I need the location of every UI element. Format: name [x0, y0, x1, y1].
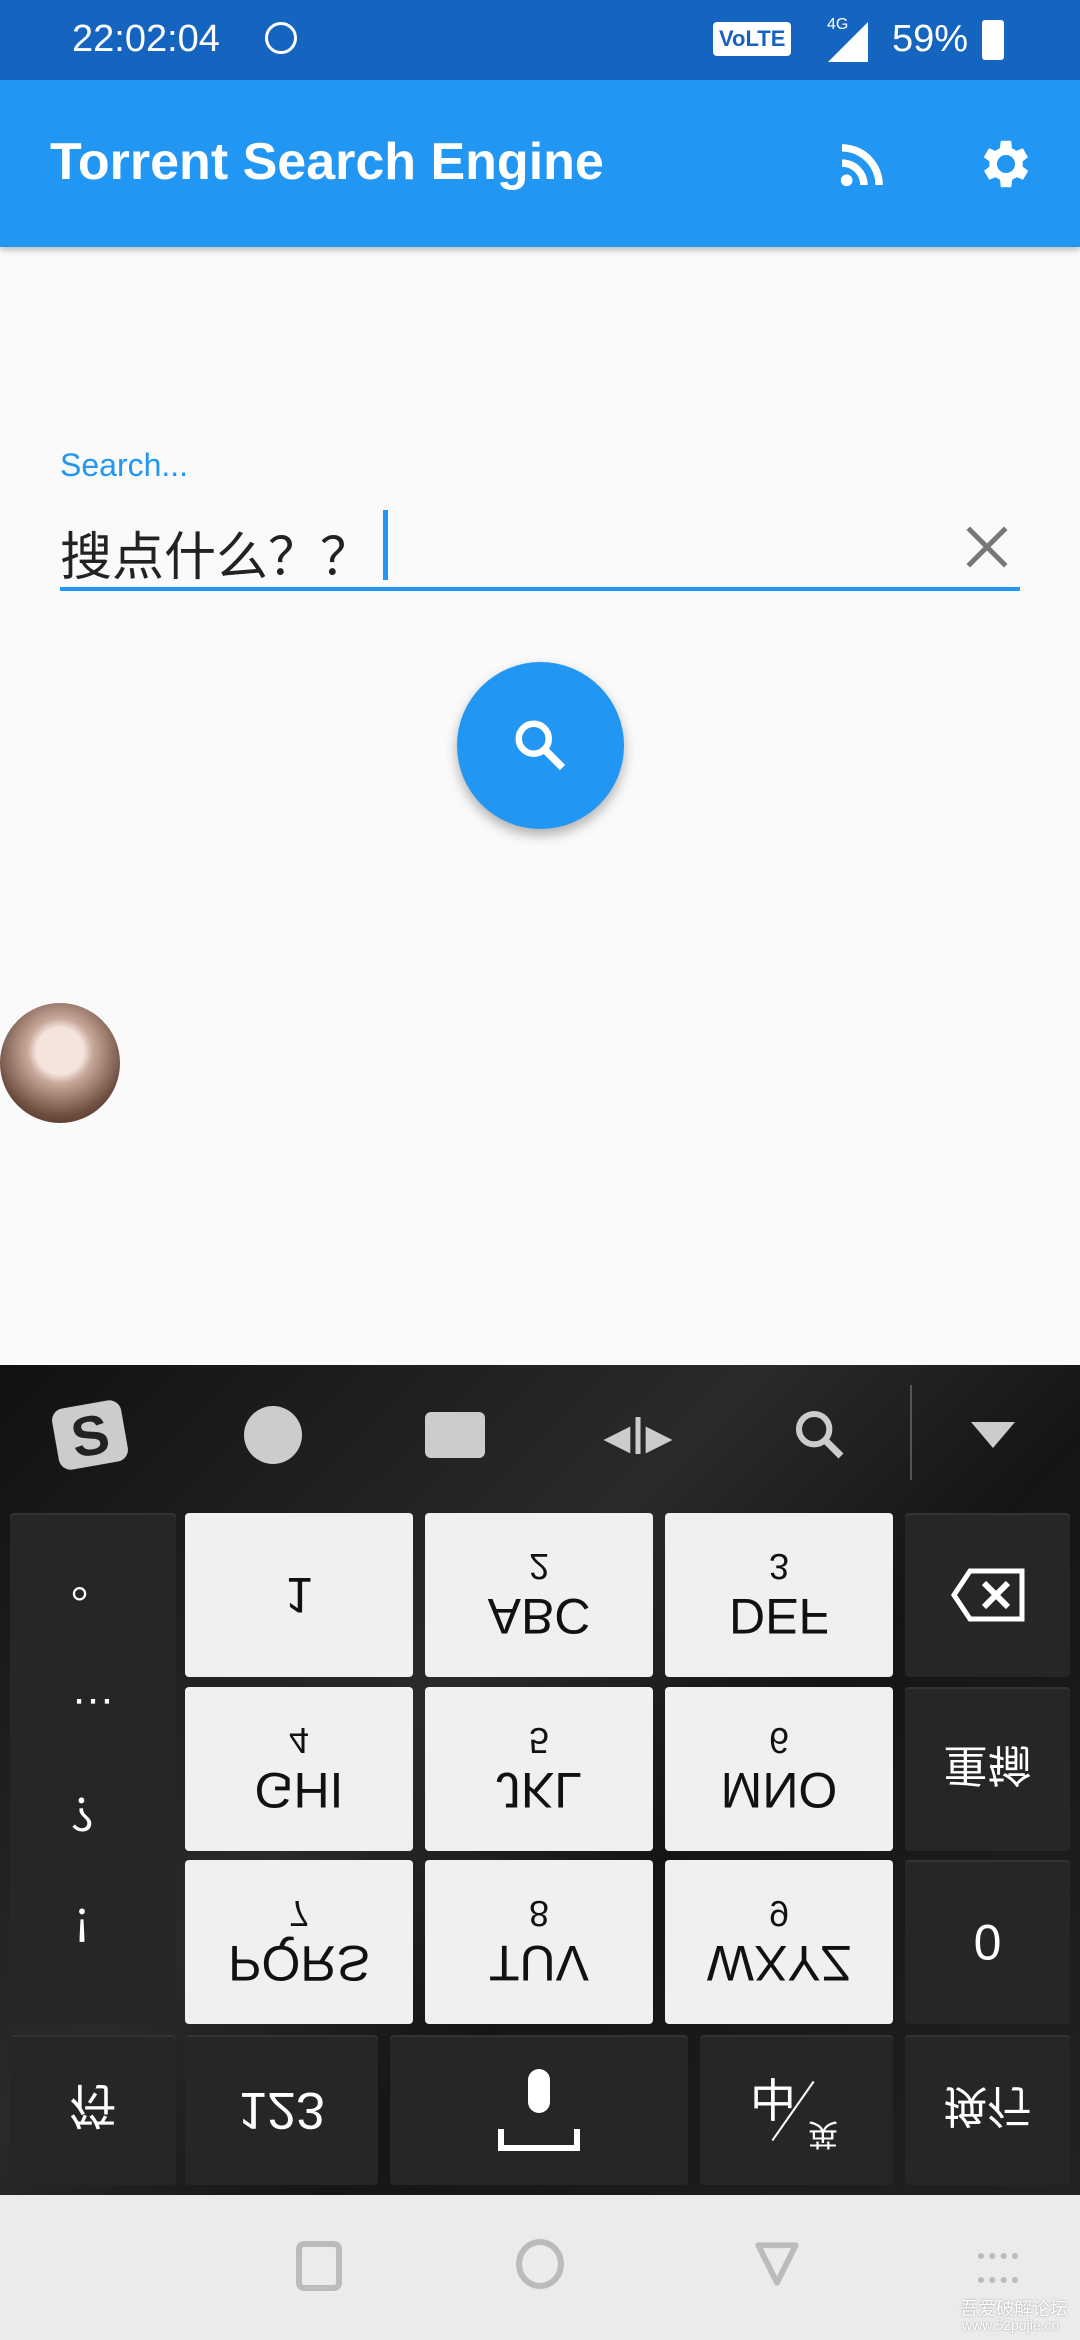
watermark-url: www.52pojie.cn: [962, 2317, 1060, 2333]
search-icon: [515, 720, 566, 771]
punct-key[interactable]: 。: [71, 1577, 115, 1641]
key-label: 换行: [943, 2081, 1032, 2130]
key-number: 5: [528, 1720, 550, 1761]
punctuation-column[interactable]: 。 … ？ ！: [10, 1513, 176, 2023]
cursor-move-icon[interactable]: ◂I▸: [548, 1365, 728, 1505]
recents-button[interactable]: [296, 2241, 342, 2291]
microphone-icon: [528, 2069, 550, 2113]
key-6[interactable]: 6 MNO: [665, 1687, 893, 1851]
reinput-key[interactable]: 重输: [905, 1687, 1070, 1851]
app-bar: Torrent Search Engine: [0, 80, 1080, 247]
key-number: 8: [528, 1893, 550, 1934]
key-0[interactable]: 0: [905, 1860, 1070, 2024]
navigation-bar: 吾爱破解论坛 www.52pojie.cn: [0, 2195, 1080, 2340]
key-8[interactable]: 8 TUV: [425, 1860, 653, 2024]
rss-icon[interactable]: [835, 136, 891, 192]
key-1[interactable]: 1: [185, 1513, 413, 1677]
collapse-icon[interactable]: [905, 1365, 1080, 1505]
key-label: GHI: [254, 1762, 344, 1818]
key-number: 4: [288, 1720, 310, 1761]
key-label: WXYZ: [706, 1935, 852, 1991]
space-voice-key[interactable]: [390, 2035, 688, 2185]
close-icon[interactable]: [962, 522, 1012, 572]
symbols-key[interactable]: 符: [10, 2035, 176, 2185]
backspace-icon: [950, 1568, 1024, 1622]
status-bar: 22:02:04 VoLTE 4G 59%: [0, 0, 1080, 80]
signal-icon: [828, 22, 868, 62]
key-label: 重输: [943, 1739, 1032, 1790]
key-number: 9: [768, 1893, 790, 1934]
key-label: 0: [973, 1914, 1002, 1970]
punct-key[interactable]: ！: [71, 1896, 115, 1960]
gear-icon[interactable]: [975, 133, 1037, 195]
punct-key[interactable]: ？: [71, 1785, 115, 1849]
keyboard-switch-icon[interactable]: [978, 2253, 1018, 2283]
back-button[interactable]: [752, 2239, 802, 2289]
volte-badge: VoLTE: [713, 22, 792, 56]
lang-en-label: 英: [808, 2117, 838, 2150]
space-icon: [498, 2129, 580, 2151]
alarm-icon: [265, 22, 297, 54]
key-number: 7: [288, 1893, 310, 1934]
key-3[interactable]: 3 DEF: [665, 1513, 893, 1677]
key-label: ABC: [487, 1588, 591, 1644]
search-button[interactable]: [457, 662, 624, 829]
key-2[interactable]: 2 ABC: [425, 1513, 653, 1677]
key-label: PQRS: [228, 1935, 370, 1991]
key-4[interactable]: 4 GHI: [185, 1687, 413, 1851]
app-title: Torrent Search Engine: [50, 133, 604, 191]
battery-icon: [982, 20, 1004, 60]
punct-key[interactable]: …: [71, 1688, 115, 1738]
sogou-logo-icon[interactable]: S: [0, 1365, 180, 1505]
keyboard: S ◂I▸ 。 … ？ ！ 1 2 ABC 3 DEF 4 GHI 5 JKL 6 MNO…: [0, 1365, 1080, 2195]
enter-key[interactable]: 换行: [905, 2035, 1070, 2185]
key-label: 1: [285, 1567, 313, 1623]
key-label: JKL: [495, 1762, 583, 1818]
key-label: DEF: [729, 1588, 829, 1644]
numbers-key[interactable]: 123: [185, 2035, 378, 2185]
key-label: TUV: [489, 1935, 589, 1991]
search-underline: [60, 587, 1020, 591]
search-label: Search...: [60, 447, 189, 483]
language-toggle-key[interactable]: 中 英: [700, 2035, 893, 2185]
backspace-key[interactable]: [905, 1513, 1070, 1677]
key-label: 符: [68, 2078, 117, 2131]
key-number: 2: [528, 1546, 550, 1587]
home-button[interactable]: [516, 2239, 564, 2289]
emoji-icon[interactable]: [183, 1365, 363, 1505]
key-number: 6: [768, 1720, 790, 1761]
key-label: 123: [238, 2081, 325, 2139]
keyboard-icon[interactable]: [365, 1365, 545, 1505]
battery-percent: 59%: [892, 18, 969, 60]
key-9[interactable]: 9 WXYZ: [665, 1860, 893, 2024]
avatar[interactable]: [0, 1003, 120, 1123]
key-number: 3: [768, 1546, 790, 1587]
key-label: MNO: [720, 1762, 838, 1818]
key-7[interactable]: 7 PQRS: [185, 1860, 413, 2024]
search-icon[interactable]: [730, 1365, 910, 1505]
text-caret: [383, 510, 388, 580]
lang-zh-label: 中: [750, 2075, 796, 2127]
key-5[interactable]: 5 JKL: [425, 1687, 653, 1851]
search-input[interactable]: 搜点什么？？: [60, 515, 372, 590]
clock: 22:02:04: [72, 18, 220, 60]
